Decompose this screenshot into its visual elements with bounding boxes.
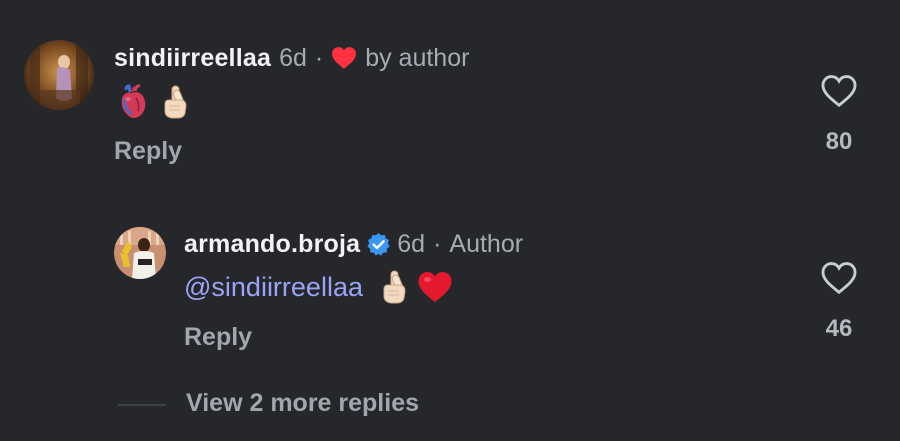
commenter-avatar[interactable] [24, 40, 94, 110]
anatomical-heart-icon [116, 84, 150, 120]
comment-like-count: 80 [825, 128, 853, 155]
comments-thread: sindiirreellaa 6d · by author Reply 80 a… [0, 0, 900, 441]
comment-reply-button[interactable]: Reply [114, 136, 182, 166]
comment-like-column: 80 [809, 74, 869, 156]
view-more-replies-label: View 2 more replies [186, 389, 419, 417]
reply-like-count: 46 [825, 315, 853, 342]
reply-username[interactable]: armando.broja [184, 229, 360, 259]
reply-like-column: 46 [809, 261, 869, 343]
comment-body [116, 84, 190, 120]
thread-divider-line [118, 404, 166, 406]
author-label: Author [449, 230, 524, 258]
reply-body: @sindiirreellaa [184, 269, 453, 305]
reply-reply-button[interactable]: Reply [184, 322, 252, 352]
view-more-replies-button[interactable]: View 2 more replies [118, 388, 419, 418]
reply-time: 6d [397, 230, 426, 258]
comment-header: sindiirreellaa 6d · by author [114, 43, 469, 73]
separator-dot: · [433, 230, 442, 258]
reply-header: armando.broja 6d · Author [184, 229, 523, 259]
heart-outline-icon[interactable] [809, 74, 869, 108]
heart-outline-icon[interactable] [809, 261, 869, 295]
comment-username[interactable]: sindiirreellaa [114, 43, 271, 73]
mention-link[interactable]: @sindiirreellaa [184, 270, 363, 304]
liked-by-author-label: by author [365, 44, 470, 72]
crossed-fingers-icon [379, 269, 409, 305]
comment-time: 6d [279, 44, 307, 72]
reply-author-avatar[interactable] [114, 227, 166, 279]
separator-dot: · [314, 44, 324, 72]
red-heart-emoji-icon [417, 270, 453, 304]
verified-badge-icon [366, 232, 391, 257]
red-heart-icon [331, 46, 357, 70]
crossed-fingers-icon [160, 84, 190, 120]
